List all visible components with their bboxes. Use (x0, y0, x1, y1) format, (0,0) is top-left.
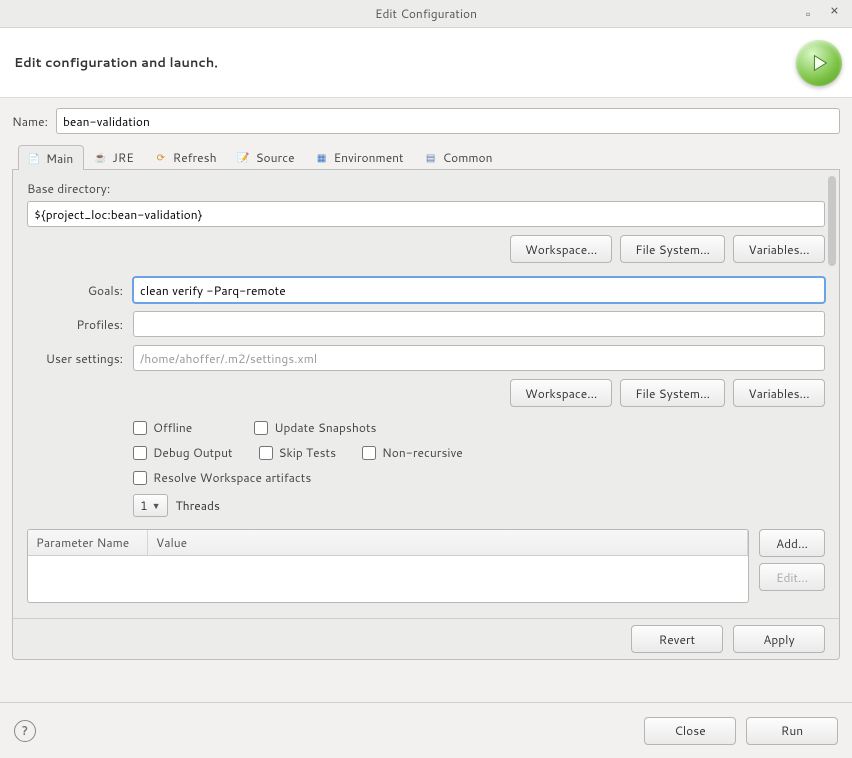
offline-checkbox[interactable]: Offline (133, 419, 192, 436)
parameter-area: Parameter Name Value Add... Edit... (27, 529, 825, 603)
environment-tab-icon: ▦ (315, 151, 329, 165)
tab-label: JRE (112, 149, 134, 166)
tab-main[interactable]: 📄 Main (18, 145, 84, 170)
threads-row: 1 ▼ Threads (133, 494, 825, 517)
variables-button[interactable]: Variables... (733, 235, 825, 263)
tab-source[interactable]: 📝 Source (228, 144, 306, 169)
run-button[interactable]: Run (746, 717, 838, 745)
titlebar: Edit Configuration ▫ × (0, 0, 852, 28)
base-dir-buttons: Workspace... File System... Variables... (27, 235, 825, 263)
profiles-label: Profiles: (27, 316, 123, 333)
banner: Edit configuration and launch. (0, 28, 852, 98)
tab-panel: Base directory: Workspace... File System… (12, 170, 840, 660)
workspace-button-2[interactable]: Workspace... (510, 379, 612, 407)
parameter-side-buttons: Add... Edit... (759, 529, 825, 591)
name-row: Name: (12, 108, 840, 134)
scrollbar[interactable] (828, 176, 836, 266)
tab-bottom-buttons: Revert Apply (13, 618, 839, 653)
goals-input[interactable] (133, 277, 825, 303)
threads-label: Threads (176, 497, 220, 514)
banner-heading: Edit configuration and launch. (10, 54, 218, 72)
base-directory-label: Base directory: (27, 180, 825, 197)
tab-label: Environment (334, 149, 404, 166)
footer-buttons: Close Run (644, 717, 838, 745)
threads-spinner[interactable]: 1 ▼ (133, 494, 168, 517)
main-tab-content: Base directory: Workspace... File System… (13, 170, 839, 618)
run-icon (796, 40, 842, 86)
chevron-down-icon: ▼ (152, 499, 161, 512)
tab-label: Main (46, 150, 73, 167)
help-icon[interactable]: ? (14, 720, 36, 742)
skip-tests-checkbox[interactable]: Skip Tests (259, 444, 337, 461)
user-settings-buttons: Workspace... File System... Variables... (27, 379, 825, 407)
main-tab-icon: 📄 (27, 152, 41, 166)
minimize-icon[interactable]: ▫ (806, 5, 816, 15)
close-icon[interactable]: × (830, 5, 840, 15)
tab-label: Source (256, 149, 295, 166)
update-snapshots-checkbox[interactable]: Update Snapshots (254, 419, 376, 436)
non-recursive-checkbox[interactable]: Non-recursive (362, 444, 463, 461)
checkbox-block: Offline Update Snapshots Debug Output Sk… (133, 419, 825, 517)
user-settings-input[interactable] (133, 345, 825, 371)
apply-button[interactable]: Apply (733, 625, 825, 653)
name-label: Name: (12, 113, 48, 130)
workspace-button[interactable]: Workspace... (510, 235, 612, 263)
col-value[interactable]: Value (148, 530, 748, 555)
close-button[interactable]: Close (644, 717, 736, 745)
parameter-table[interactable]: Parameter Name Value (27, 529, 749, 603)
jre-tab-icon: ☕ (93, 151, 107, 165)
profiles-input[interactable] (133, 311, 825, 337)
goals-label: Goals: (27, 282, 123, 299)
source-tab-icon: 📝 (237, 151, 251, 165)
add-button[interactable]: Add... (759, 529, 825, 557)
tab-refresh[interactable]: ⟳ Refresh (145, 144, 228, 169)
tab-label: Refresh (173, 149, 217, 166)
filesystem-button-2[interactable]: File System... (620, 379, 725, 407)
form-grid: Goals: Profiles: User settings: (27, 277, 825, 371)
parameter-header: Parameter Name Value (28, 530, 748, 556)
user-settings-label: User settings: (27, 350, 123, 367)
tab-common[interactable]: ▤ Common (415, 144, 504, 169)
tab-jre[interactable]: ☕ JRE (84, 144, 145, 169)
tab-environment[interactable]: ▦ Environment (306, 144, 415, 169)
main-area: Name: 📄 Main ☕ JRE ⟳ Refresh 📝 Source ▦ … (0, 98, 852, 660)
tab-row: 📄 Main ☕ JRE ⟳ Refresh 📝 Source ▦ Enviro… (12, 144, 840, 170)
filesystem-button[interactable]: File System... (620, 235, 725, 263)
resolve-workspace-checkbox[interactable]: Resolve Workspace artifacts (133, 469, 311, 486)
variables-button-2[interactable]: Variables... (733, 379, 825, 407)
common-tab-icon: ▤ (424, 151, 438, 165)
tab-label: Common (443, 149, 493, 166)
dialog-footer: ? Close Run (0, 702, 852, 758)
revert-button[interactable]: Revert (631, 625, 723, 653)
name-input[interactable] (56, 108, 840, 134)
window-title: Edit Configuration (375, 5, 477, 22)
base-directory-input[interactable] (27, 201, 825, 227)
refresh-tab-icon: ⟳ (154, 151, 168, 165)
debug-output-checkbox[interactable]: Debug Output (133, 444, 233, 461)
edit-button[interactable]: Edit... (759, 563, 825, 591)
col-parameter-name[interactable]: Parameter Name (28, 530, 148, 555)
